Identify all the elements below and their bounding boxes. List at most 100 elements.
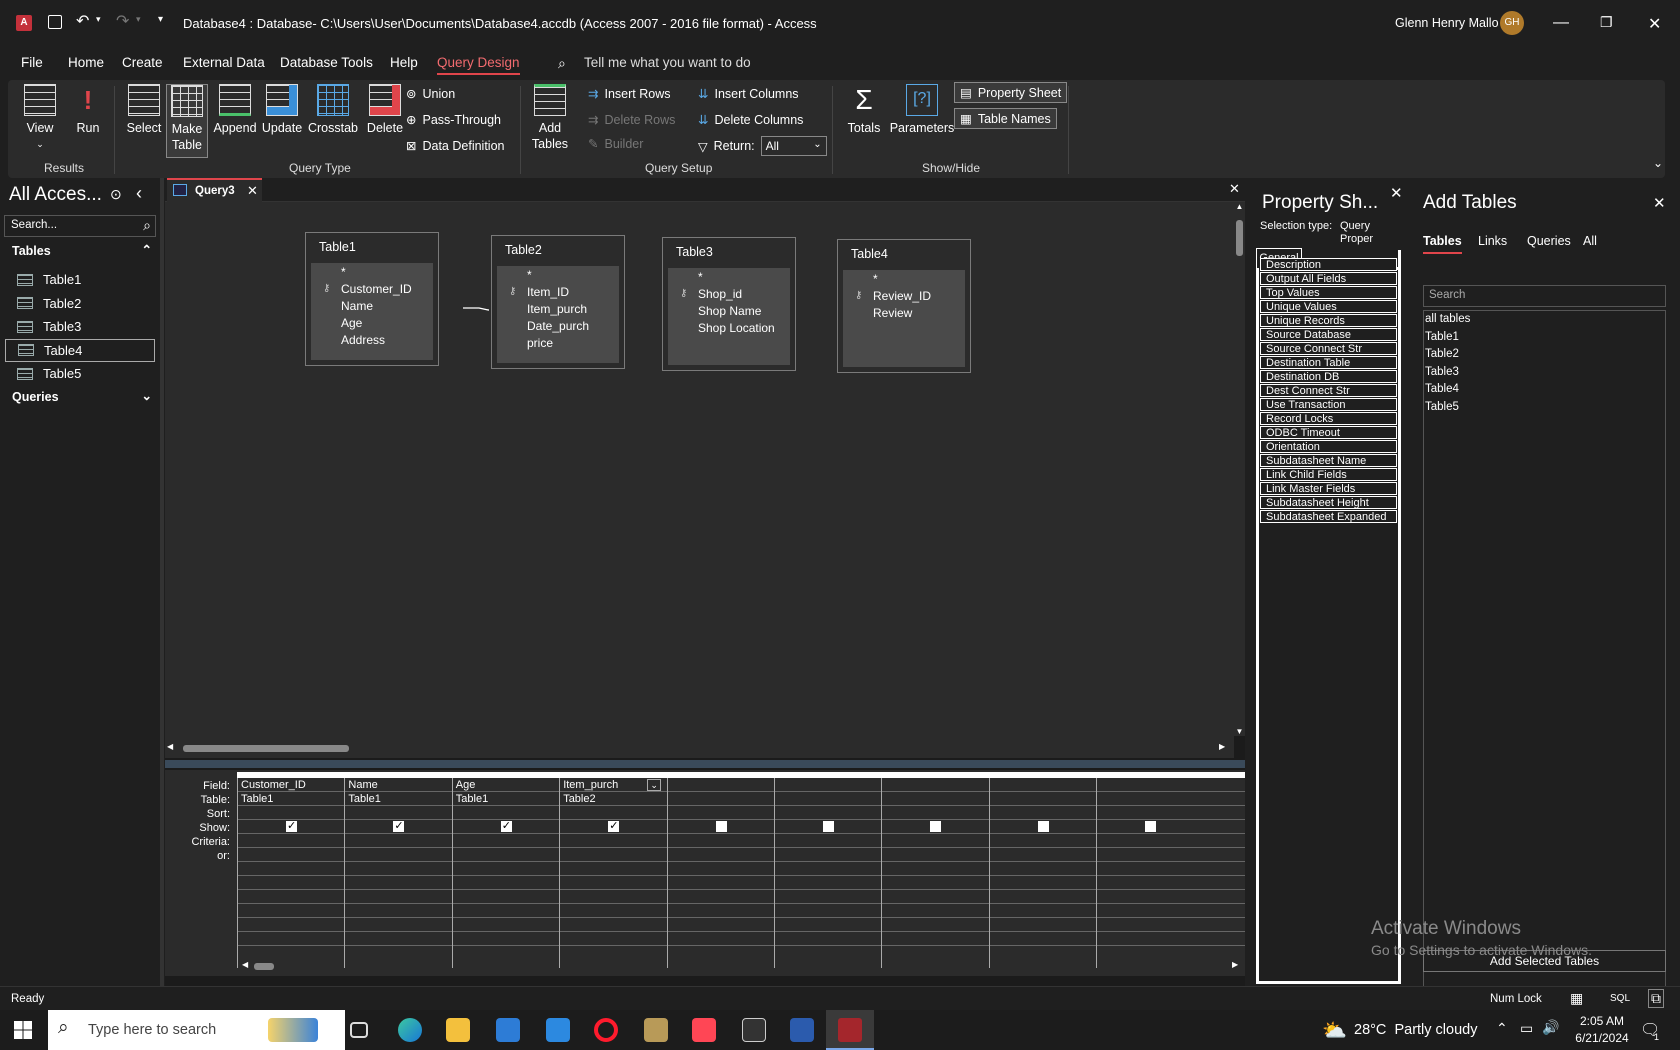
field-list-item[interactable]: price [527,336,553,350]
show-checkbox[interactable] [930,821,942,832]
windows-start-icon[interactable] [14,1021,32,1039]
property-item[interactable]: Subdatasheet Expanded [1260,510,1397,523]
chevron-down-icon[interactable]: ⌄ [647,779,662,791]
clock-date[interactable]: 6/21/2024 [1572,1031,1632,1045]
close-document-icon[interactable]: ✕ [1229,181,1240,197]
builder-button[interactable]: ✎ Builder [588,136,643,152]
show-checkbox[interactable] [608,819,620,832]
clock-time[interactable]: 2:05 AM [1572,1014,1632,1028]
valorant-icon[interactable] [692,1018,716,1042]
scroll-thumb[interactable] [254,963,274,970]
field-list-item[interactable]: * [873,272,878,286]
table-field-list-title[interactable]: Table2 [492,236,624,266]
field-list-item[interactable]: Review_ID [873,289,931,303]
data-definition-button[interactable]: ⊠ Data Definition [406,138,504,154]
insert-rows-button[interactable]: ⇉ Insert Rows [588,86,670,102]
grid-table-cell[interactable]: Table2 [563,793,595,805]
show-checkbox[interactable] [1037,821,1049,832]
add-tables-tab[interactable]: Links [1478,234,1507,248]
task-view-icon[interactable] [350,1022,368,1038]
tab-file[interactable]: File [21,55,43,70]
design-view-icon[interactable]: ⧉ [1648,989,1664,1008]
property-item[interactable]: Link Child Fields [1260,468,1397,481]
property-item[interactable]: Subdatasheet Name [1260,454,1397,467]
scroll-right-icon[interactable]: ▶ [1232,960,1238,969]
add-tables-list-item[interactable]: Table2 [1425,348,1459,360]
add-tables-list-item[interactable]: all tables [1425,313,1470,325]
property-item[interactable]: Orientation [1260,440,1397,453]
redo-dropdown-icon[interactable]: ▾ [136,14,141,25]
table-field-list[interactable]: Table4 * ⚷ Review_ID Review [835,237,973,375]
property-item[interactable]: Source Database [1260,328,1397,341]
field-list-item[interactable]: Age [341,316,362,330]
edge-browser-icon[interactable] [398,1018,422,1042]
add-tables-button[interactable]: Add Tables [530,84,570,152]
nav-table-item[interactable]: Table5 [5,362,155,385]
crosstab-button[interactable]: Crosstab [307,84,359,136]
append-button[interactable]: Append [212,84,258,136]
close-add-tables-icon[interactable]: ✕ [1653,194,1666,212]
grid-table-cell[interactable]: Table1 [348,793,380,805]
field-list-item[interactable]: Item_ID [527,285,569,299]
tab-help[interactable]: Help [390,55,418,70]
avatar[interactable]: GH [1500,11,1524,35]
scroll-left-icon[interactable]: ◀ [242,960,248,969]
volume-icon[interactable]: 🔊 [1542,1019,1559,1036]
table-field-list[interactable]: Table2 * ⚷ Item_ID Item_purch Date_purch price [489,233,627,371]
delete-columns-button[interactable]: ⇊ Delete Columns [698,112,803,128]
add-tables-tab[interactable]: All [1583,234,1597,248]
grid-selector-bar[interactable] [237,772,1245,778]
field-list-item[interactable]: Shop_id [698,287,742,301]
table-field-list[interactable]: Table3 * ⚷ Shop_id Shop Name Shop Location [660,235,798,373]
property-item[interactable]: Destination DB [1260,370,1397,383]
close-tab-icon[interactable]: ✕ [247,183,258,199]
field-list-item[interactable]: Name [341,299,373,313]
field-list-item[interactable]: * [527,268,532,282]
property-item[interactable]: Subdatasheet Height [1260,496,1397,509]
file-explorer-icon[interactable] [446,1018,470,1042]
show-checkbox[interactable] [393,819,405,832]
close-property-sheet-icon[interactable]: ✕ [1390,184,1403,202]
collapse-nav-icon[interactable]: ‹ [136,183,142,204]
tab-external-data[interactable]: External Data [183,55,265,70]
scroll-right-icon[interactable]: ▶ [1219,742,1225,751]
nav-table-item[interactable]: Table1 [5,268,155,291]
nav-table-item[interactable]: Table4 [5,338,155,362]
property-item[interactable]: Description [1260,258,1397,271]
show-checkbox[interactable] [500,819,512,832]
scroll-down-icon[interactable]: ▼ [1234,727,1245,736]
close-icon[interactable]: ✕ [1648,14,1661,34]
minimize-icon[interactable]: — [1553,14,1569,32]
table-field-list[interactable]: Table1 * ⚷ Customer_ID Name Age Address [303,230,441,368]
redo-icon[interactable]: ↷ [116,11,129,31]
property-item[interactable]: Use Transaction [1260,398,1397,411]
horizontal-scrollbar[interactable]: ◀ ▶ [165,742,1234,754]
tab-home[interactable]: Home [68,55,104,70]
property-item[interactable]: ODBC Timeout [1260,426,1397,439]
field-list-item[interactable]: Customer_ID [341,282,412,296]
weather-icon[interactable]: ⛅ [1322,1018,1347,1043]
show-checkbox[interactable] [715,821,727,832]
totals-button[interactable]: Σ Totals [844,84,884,136]
make-table-button[interactable]: Make Table [166,84,208,158]
user-name[interactable]: Glenn Henry Mallo [1395,16,1499,30]
grid-table-cell[interactable]: Table1 [241,793,273,805]
nav-splitter[interactable] [160,178,164,986]
property-item[interactable]: Link Master Fields [1260,482,1397,495]
field-list-item[interactable]: Review [873,306,912,320]
nav-table-item[interactable]: Table3 [5,315,155,338]
epic-games-icon[interactable] [742,1018,766,1042]
property-item[interactable]: Output All Fields [1260,272,1397,285]
add-tables-search[interactable]: Search [1423,285,1666,307]
tab-database-tools[interactable]: Database Tools [280,55,373,70]
tab-create[interactable]: Create [122,55,163,70]
run-button[interactable]: ! Run [70,84,106,136]
save-icon[interactable] [48,15,62,29]
tray-chevron-icon[interactable]: ⌃ [1496,1020,1508,1037]
access-taskbar-button[interactable] [826,1010,874,1050]
add-tables-tab[interactable]: Tables [1423,234,1462,254]
taskbar-search-box[interactable]: ⌕ Type here to search [48,1010,345,1050]
show-checkbox[interactable] [1145,821,1157,832]
table-field-list-title[interactable]: Table1 [306,233,438,263]
weather-text[interactable]: 28°C Partly cloudy [1354,1022,1477,1038]
